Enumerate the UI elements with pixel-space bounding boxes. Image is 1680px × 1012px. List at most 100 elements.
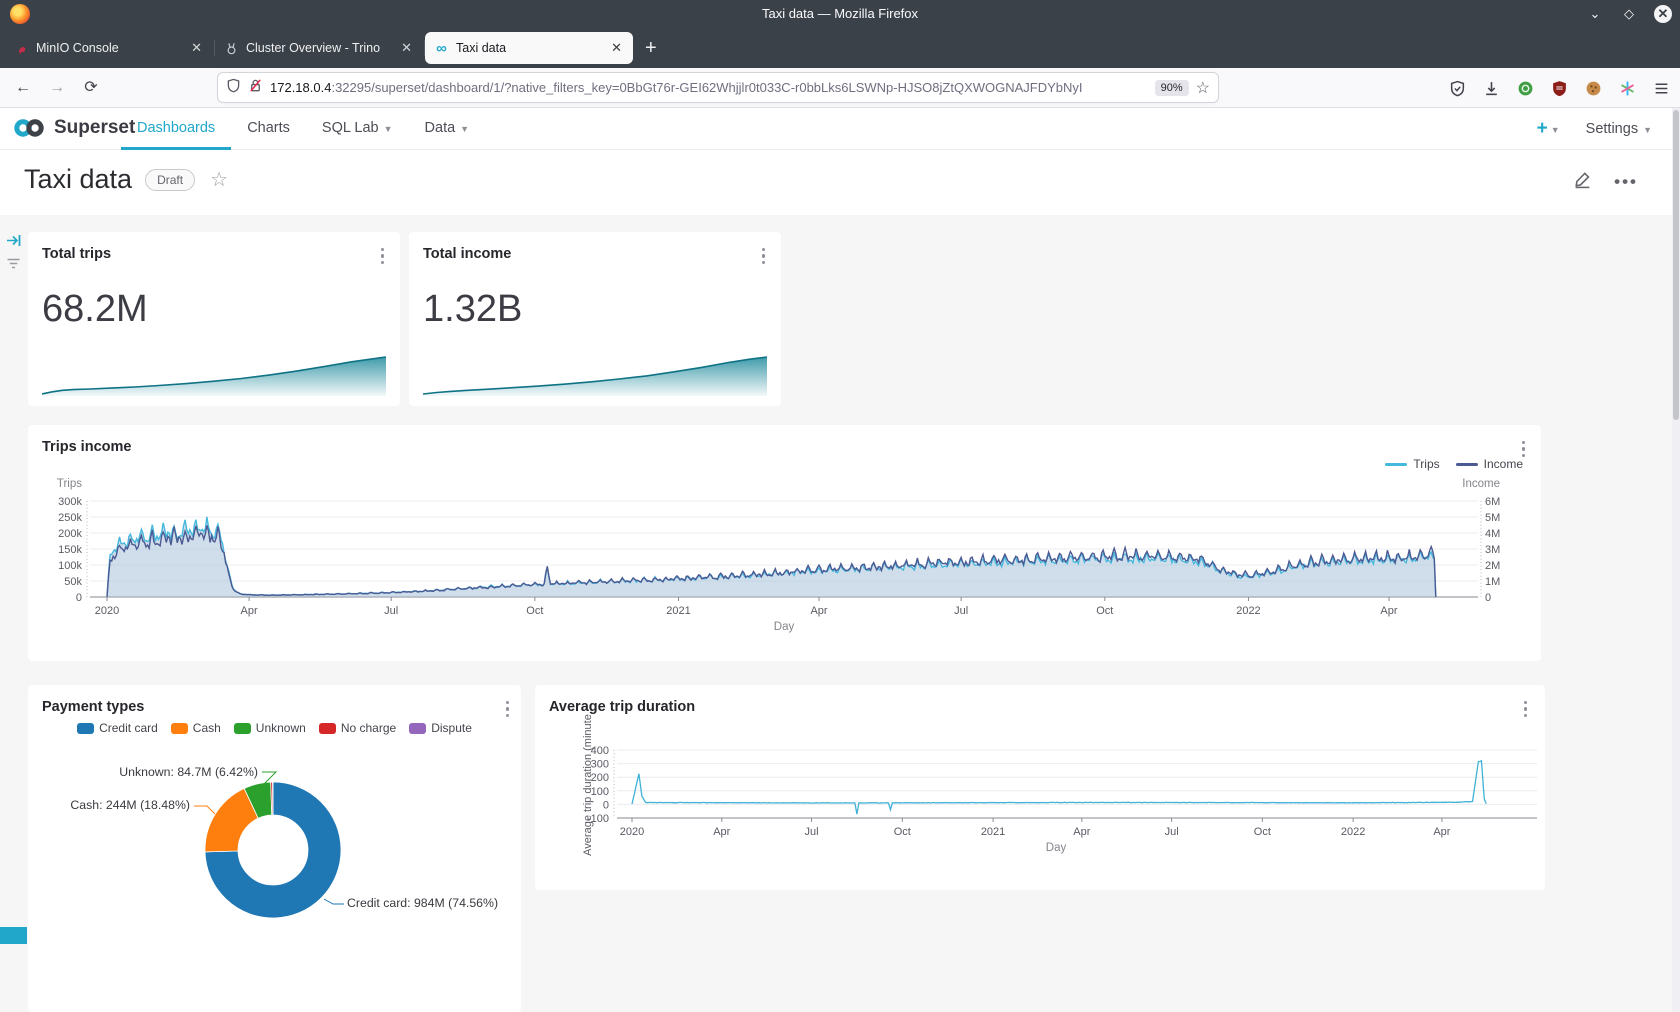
more-options-icon[interactable]: ••• — [1614, 172, 1638, 192]
trino-icon — [224, 41, 239, 56]
chevron-down-icon: ▼ — [1551, 125, 1560, 135]
close-tab-icon[interactable]: ✕ — [609, 40, 624, 56]
expand-filters-icon[interactable] — [5, 233, 22, 253]
protections-shield-icon[interactable] — [1449, 80, 1466, 97]
svg-text:100k: 100k — [58, 560, 82, 572]
donut-callout-cash: Cash: 244M (18.48%) — [70, 798, 190, 812]
maximize-icon[interactable]: ◇ — [1620, 5, 1638, 23]
svg-text:0: 0 — [1485, 592, 1491, 604]
close-tab-icon[interactable]: ✕ — [189, 40, 204, 56]
superset-icon: ∞ — [434, 41, 449, 56]
filter-funnel-icon[interactable] — [6, 257, 21, 277]
sparkline-chart — [42, 354, 386, 396]
minio-icon — [14, 41, 29, 56]
svg-text:150k: 150k — [58, 544, 82, 556]
svg-text:5M: 5M — [1485, 512, 1500, 524]
firefox-icon — [10, 4, 30, 24]
svg-text:Average trip duration (minute: Average trip duration (minute — [582, 714, 594, 856]
svg-text:2021: 2021 — [666, 605, 690, 617]
chevron-down-icon: ▼ — [384, 124, 393, 134]
scrollbar-thumb[interactable] — [1673, 110, 1679, 420]
svg-text:4M: 4M — [1485, 528, 1500, 540]
svg-text:Jul: Jul — [805, 826, 819, 838]
superset-navbar: Superset Dashboards Charts SQL Lab▼ Data… — [0, 108, 1672, 150]
svg-text:Oct: Oct — [526, 605, 543, 617]
svg-text:Day: Day — [1046, 842, 1067, 854]
svg-text:Income: Income — [1462, 478, 1500, 490]
svg-text:2022: 2022 — [1341, 826, 1365, 838]
average-trip-duration-card: Average trip duration 4003002001000-1002… — [535, 685, 1545, 890]
tracking-shield-icon[interactable] — [226, 78, 241, 98]
window-title: Taxi data — Mozilla Firefox — [762, 0, 918, 28]
chevron-down-icon: ▼ — [460, 124, 469, 134]
new-tab-button[interactable]: + — [645, 37, 657, 60]
insecure-lock-icon[interactable] — [248, 78, 263, 98]
svg-text:6M: 6M — [1485, 496, 1500, 508]
chart-title: Total income — [423, 246, 511, 262]
favorite-star-icon[interactable]: ☆ — [210, 167, 228, 192]
total-trips-card: Total trips 68.2M — [28, 232, 400, 406]
svg-text:1M: 1M — [1485, 576, 1500, 588]
average-trip-duration-chart[interactable]: 4003002001000-1002020AprJulOct2021AprJul… — [535, 685, 1545, 890]
svg-text:Apr: Apr — [241, 605, 258, 617]
payment-types-donut-chart[interactable] — [28, 685, 521, 1012]
filter-bar-collapsed — [0, 215, 27, 1012]
forward-button[interactable]: → — [44, 75, 70, 101]
extension-green-icon[interactable] — [1517, 80, 1534, 97]
url-bar[interactable]: 172.18.0.4:32295/superset/dashboard/1/?n… — [218, 73, 1218, 102]
nav-charts[interactable]: Charts — [231, 108, 306, 150]
url-text: 172.18.0.4:32295/superset/dashboard/1/?n… — [270, 80, 1148, 95]
page-title: Taxi data — [24, 164, 132, 195]
downloads-icon[interactable] — [1483, 80, 1500, 97]
tab-bar: MinIO Console ✕ Cluster Overview - Trino… — [0, 28, 1680, 68]
kebab-menu-icon[interactable] — [762, 246, 765, 266]
page-scrollbar[interactable] — [1672, 108, 1680, 1012]
extension-asterisk-icon[interactable] — [1619, 80, 1636, 97]
donut-callout-unknown: Unknown: 84.7M (6.42%) — [119, 765, 258, 779]
svg-text:2M: 2M — [1485, 560, 1500, 572]
window-titlebar: Taxi data — Mozilla Firefox ⌄ ◇ ✕ — [0, 0, 1680, 28]
trips-income-chart[interactable]: 300k6M250k5M200k4M150k3M100k2M50k1M00Tri… — [28, 425, 1541, 661]
svg-text:200k: 200k — [58, 528, 82, 540]
back-button[interactable]: ← — [10, 75, 36, 101]
tab-trino[interactable]: Cluster Overview - Trino ✕ — [215, 32, 423, 64]
menu-hamburger-icon[interactable] — [1653, 80, 1670, 97]
kebab-menu-icon[interactable] — [381, 246, 384, 266]
svg-text:Jul: Jul — [954, 605, 968, 617]
payment-types-card: Payment types Credit card Cash Unknown N… — [28, 685, 521, 1012]
filter-bar-footer[interactable] — [0, 927, 27, 944]
superset-infinity-icon — [12, 116, 46, 140]
sparkline-chart — [423, 354, 767, 396]
svg-text:Jul: Jul — [1165, 826, 1179, 838]
edit-pencil-icon[interactable] — [1573, 170, 1592, 194]
close-window-icon[interactable]: ✕ — [1654, 5, 1672, 23]
svg-text:Apr: Apr — [810, 605, 827, 617]
ublock-shield-icon[interactable] — [1551, 80, 1568, 97]
nav-data[interactable]: Data▼ — [409, 108, 486, 150]
svg-text:300k: 300k — [58, 496, 82, 508]
minimize-icon[interactable]: ⌄ — [1586, 5, 1604, 23]
svg-text:Oct: Oct — [894, 826, 911, 838]
chart-title: Total trips — [42, 246, 111, 262]
big-number-value: 68.2M — [42, 288, 148, 331]
svg-text:2022: 2022 — [1236, 605, 1260, 617]
zoom-level-badge[interactable]: 90% — [1155, 80, 1189, 96]
svg-text:0: 0 — [603, 799, 609, 811]
svg-text:Apr: Apr — [1433, 826, 1450, 838]
svg-text:2020: 2020 — [95, 605, 119, 617]
close-tab-icon[interactable]: ✕ — [399, 40, 414, 56]
add-new-button[interactable]: +▼ — [1537, 118, 1560, 140]
nav-dashboards[interactable]: Dashboards — [121, 108, 231, 150]
trips-income-card: Trips income Trips Income 300k6M250k5M20… — [28, 425, 1541, 661]
superset-logo[interactable]: Superset — [12, 116, 135, 140]
settings-menu[interactable]: Settings▼ — [1586, 121, 1652, 137]
reload-button[interactable]: ⟳ — [78, 75, 104, 101]
tab-minio-console[interactable]: MinIO Console ✕ — [5, 32, 213, 64]
browser-toolbar: ← → ⟳ 172.18.0.4:32295/superset/dashboar… — [0, 68, 1680, 108]
bookmark-star-icon[interactable]: ☆ — [1196, 78, 1210, 98]
svg-text:Jul: Jul — [384, 605, 398, 617]
cookie-icon[interactable] — [1585, 80, 1602, 97]
svg-text:Oct: Oct — [1096, 605, 1113, 617]
tab-taxi-data[interactable]: ∞ Taxi data ✕ — [425, 32, 633, 64]
nav-sql-lab[interactable]: SQL Lab▼ — [306, 108, 409, 150]
